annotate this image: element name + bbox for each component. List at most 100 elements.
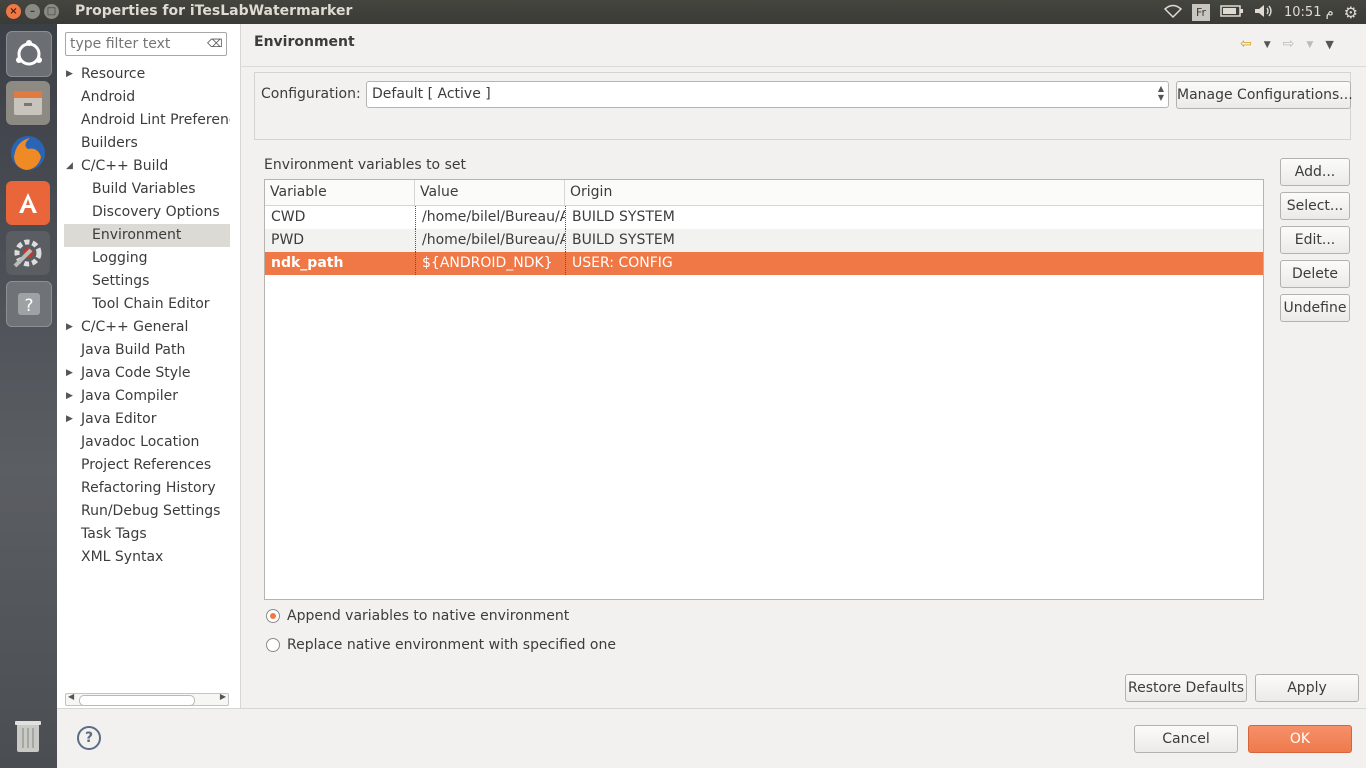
apply-button[interactable]: Apply [1255,674,1359,702]
replace-radio-label: Replace native environment with specifie… [287,637,616,653]
column-header-value[interactable]: Value [415,180,565,205]
nav-item[interactable]: Javadoc Location [64,431,230,454]
nav-item[interactable]: Project References [64,454,230,477]
minimize-window-button[interactable]: – [25,4,40,19]
window-controls: × – □ [6,4,59,19]
nav-item[interactable]: Java Build Path [64,339,230,362]
cell-origin: USER: CONFIG [565,252,1263,275]
back-menu-chevron-icon[interactable]: ▼ [1264,36,1271,54]
nav-item-label: Tool Chain Editor [92,296,210,312]
system-settings-icon[interactable] [6,231,50,275]
battery-icon[interactable] [1220,4,1244,21]
properties-dialog: ⌫ ▶ Resource Android Android Lint Preferenc… [57,24,1366,768]
combo-updown-icon: ▲ ▼ [1157,84,1164,102]
table-row[interactable]: PWD/home/bilel/Bureau/A BUILD SYSTEM [265,229,1263,252]
delete-button[interactable]: Delete [1280,260,1350,288]
manage-configurations-button[interactable]: Manage Configurations... [1176,81,1353,109]
replace-radio[interactable] [266,638,280,652]
nav-item[interactable]: XML Syntax [64,546,230,569]
volume-icon[interactable] [1254,4,1274,22]
cell-origin: BUILD SYSTEM [565,229,1263,252]
edit-button[interactable]: Edit... [1280,226,1350,254]
software-center-icon[interactable] [6,181,50,225]
nav-item[interactable]: ▶ C/C++ General [64,316,230,339]
scroll-left-icon[interactable]: ◀ [68,692,74,701]
column-header-origin[interactable]: Origin [565,180,1263,205]
system-tray: Fr م 10:51 ⚙ [1163,3,1358,22]
table-row[interactable]: CWD/home/bilel/Bureau/A BUILD SYSTEM [265,206,1263,229]
nav-item-label: Project References [81,457,212,473]
nav-item[interactable]: ▶ Java Compiler [64,385,230,408]
nav-item[interactable]: ◢ C/C++ Build [64,155,230,178]
nav-tree: ▶ Resource Android Android Lint Preferences… [64,63,230,569]
column-header-variable[interactable]: Variable [265,180,415,205]
nav-item-label: Java Editor [81,411,157,427]
nav-item[interactable]: ▶ Resource [64,63,230,86]
back-arrow-icon[interactable]: ⇦ [1240,36,1252,54]
help-icon[interactable]: ? [6,281,52,327]
collapsed-arrow-icon[interactable]: ▶ [66,362,73,385]
page-title: Environment [254,34,355,50]
forward-menu-chevron-icon[interactable]: ▼ [1306,36,1313,54]
nav-item[interactable]: Logging [64,247,230,270]
nav-item[interactable]: Build Variables [64,178,230,201]
nav-item-label: C/C++ Build [81,158,169,174]
scrollbar-thumb[interactable] [79,695,195,706]
window-title: Properties for iTesLabWatermarker [75,3,353,19]
nav-item[interactable]: Refactoring History [64,477,230,500]
close-window-button[interactable]: × [6,4,21,19]
nav-item[interactable]: Task Tags [64,523,230,546]
maximize-window-button[interactable]: □ [44,4,59,19]
svg-text:?: ? [24,296,33,316]
append-radio-option[interactable]: Append variables to native environment [266,608,569,624]
append-radio[interactable] [266,609,280,623]
trash-icon[interactable] [6,714,50,758]
restore-defaults-button[interactable]: Restore Defaults [1125,674,1247,702]
ok-button[interactable]: OK [1248,725,1352,753]
nav-item[interactable]: ▶ Java Editor [64,408,230,431]
undefine-button[interactable]: Undefine [1280,294,1350,322]
filter-input[interactable] [65,32,227,56]
nav-item[interactable]: Settings [64,270,230,293]
view-menu-icon[interactable]: ▼ [1325,36,1333,54]
configuration-select[interactable]: Default [ Active ] ▲ ▼ [366,81,1169,108]
select-button[interactable]: Select... [1280,192,1350,220]
clear-filter-icon[interactable]: ⌫ [207,37,223,50]
nav-item[interactable]: Run/Debug Settings [64,500,230,523]
nav-item-label: Android [81,89,136,105]
collapsed-arrow-icon[interactable]: ▶ [66,408,73,431]
table-header: Variable Value Origin [265,180,1263,206]
table-row[interactable]: ndk_path ${ANDROID_NDK} USER: CONFIG [265,252,1263,275]
nav-item[interactable]: Tool Chain Editor [64,293,230,316]
nav-item[interactable]: Discovery Options [64,201,230,224]
nav-horizontal-scrollbar[interactable]: ◀ ▶ [65,692,229,706]
cell-variable: ndk_path [271,255,344,271]
keyboard-layout-indicator[interactable]: Fr [1191,4,1210,21]
cell-value: /home/bilel/Bureau/A [415,206,565,229]
ubuntu-dash-icon[interactable] [6,31,52,77]
envvars-table[interactable]: Variable Value Origin CWD/home/bilel/Bur… [264,179,1264,600]
nav-item[interactable]: Android Lint Preferences [64,109,230,132]
clock[interactable]: م 10:51 [1284,5,1334,20]
nav-item-label: C/C++ General [81,319,189,335]
nav-item[interactable]: Android [64,86,230,109]
collapsed-arrow-icon[interactable]: ▶ [66,63,73,86]
nav-item-label: Build Variables [92,181,196,197]
collapsed-arrow-icon[interactable]: ▶ [66,316,73,339]
forward-arrow-icon[interactable]: ⇨ [1283,36,1295,54]
nav-item[interactable]: ▶ Java Code Style [64,362,230,385]
add-button[interactable]: Add... [1280,158,1350,186]
nav-item[interactable]: Environment [64,224,230,247]
firefox-icon[interactable] [6,131,50,175]
scroll-right-icon[interactable]: ▶ [220,692,226,701]
cancel-button[interactable]: Cancel [1134,725,1238,753]
replace-radio-option[interactable]: Replace native environment with specifie… [266,637,616,653]
files-icon[interactable] [6,81,50,125]
expanded-arrow-icon[interactable]: ◢ [66,155,73,178]
collapsed-arrow-icon[interactable]: ▶ [66,385,73,408]
settings-gear-icon[interactable]: ⚙ [1344,3,1358,22]
help-question-icon[interactable]: ? [77,726,101,750]
wifi-icon[interactable] [1163,4,1183,22]
nav-item[interactable]: Builders [64,132,230,155]
cell-value: ${ANDROID_NDK} [415,252,565,275]
